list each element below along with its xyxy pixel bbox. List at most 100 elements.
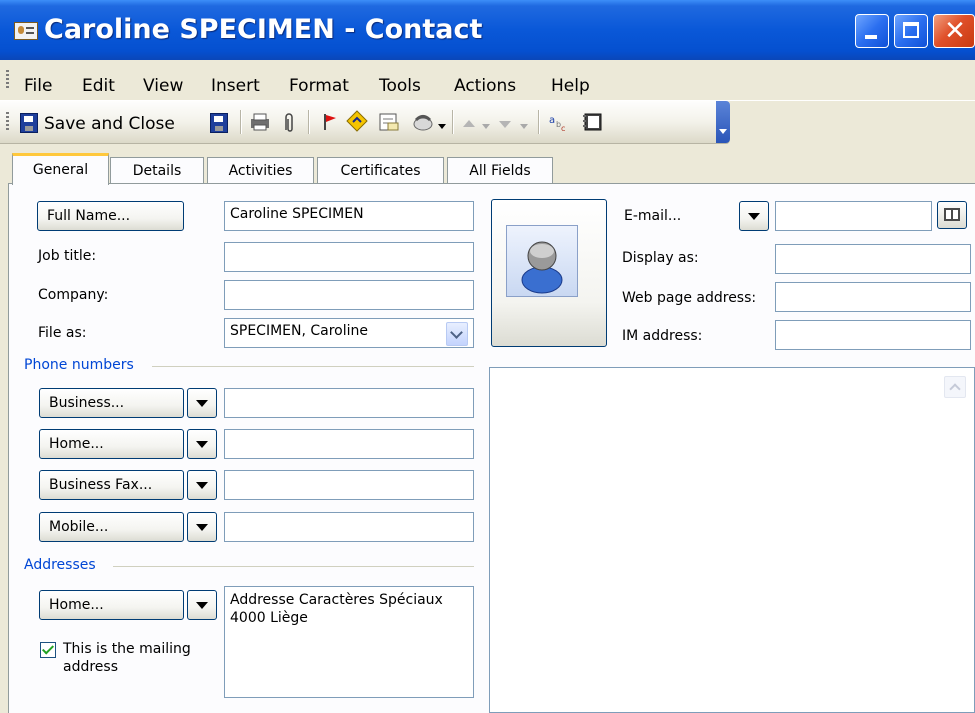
menubar-grip-icon[interactable] [6, 70, 9, 90]
toolbar-separator [452, 110, 454, 134]
phone-numbers-heading: Phone numbers [24, 357, 134, 373]
business-fax-field[interactable] [224, 470, 474, 500]
display-as-field[interactable] [775, 244, 971, 274]
checkmark-icon [41, 642, 55, 655]
home-phone-field[interactable] [224, 429, 474, 459]
call-contact-icon[interactable] [412, 111, 434, 133]
chevron-down-icon[interactable] [446, 322, 468, 346]
business-fax-button[interactable]: Business Fax... [39, 470, 184, 500]
chevron-down-icon [196, 524, 208, 531]
save-and-close-button[interactable]: Save and Close [44, 114, 175, 134]
mobile-phone-field[interactable] [224, 512, 474, 542]
full-name-field[interactable]: Caroline SPECIMEN [224, 201, 474, 231]
menu-actions[interactable]: Actions [454, 76, 516, 96]
minimize-button[interactable] [855, 14, 889, 48]
home-phone-button[interactable]: Home... [39, 429, 184, 459]
job-title-label: Job title: [38, 248, 97, 264]
display-map-icon[interactable] [346, 110, 368, 132]
previous-item-icon[interactable] [462, 117, 476, 127]
toolbar-options-button[interactable] [716, 101, 730, 143]
previous-dropdown-icon[interactable] [482, 124, 490, 129]
tab-general[interactable]: General [12, 153, 109, 185]
web-page-label: Web page address: [622, 290, 757, 306]
menu-file[interactable]: File [24, 76, 52, 96]
save-icon[interactable] [210, 113, 228, 133]
maximize-button[interactable] [894, 14, 928, 48]
tab-activities[interactable]: Activities [207, 157, 314, 183]
full-name-button[interactable]: Full Name... [37, 201, 184, 231]
home-phone-dropdown[interactable] [187, 429, 217, 459]
mailing-address-label: This is the mailing address [63, 640, 191, 676]
mobile-phone-dropdown[interactable] [187, 512, 217, 542]
window-title: Caroline SPECIMEN - Contact [44, 14, 483, 45]
new-message-to-contact-icon[interactable] [378, 111, 400, 133]
job-title-field[interactable] [224, 242, 474, 272]
address-book-icon[interactable] [582, 111, 606, 133]
address-type-dropdown[interactable] [187, 590, 217, 620]
minimize-icon [865, 35, 877, 39]
tab-details[interactable]: Details [110, 157, 204, 183]
file-as-value: SPECIMEN, Caroline [230, 323, 369, 339]
menu-view[interactable]: View [143, 76, 183, 96]
close-icon: ✕ [944, 16, 966, 46]
email-dropdown[interactable] [739, 201, 769, 231]
spelling-icon[interactable]: abc [548, 112, 572, 134]
contact-window: Caroline SPECIMEN - Contact ✕ File Edit … [0, 0, 975, 713]
menu-tools[interactable]: Tools [379, 76, 421, 96]
company-field[interactable] [224, 280, 474, 310]
notes-field[interactable] [489, 367, 975, 713]
contact-picture-icon [506, 225, 578, 297]
toolbar-separator [308, 110, 310, 134]
title-bar[interactable]: Caroline SPECIMEN - Contact ✕ [0, 0, 975, 60]
business-phone-button[interactable]: Business... [39, 388, 184, 418]
email-button[interactable]: E-mail... [614, 201, 728, 231]
next-dropdown-icon[interactable] [520, 124, 528, 129]
attach-file-icon[interactable] [282, 112, 296, 132]
file-as-label: File as: [38, 325, 87, 341]
menu-help[interactable]: Help [551, 76, 590, 96]
addresses-heading: Addresses [24, 557, 96, 573]
file-as-select[interactable]: SPECIMEN, Caroline [224, 318, 474, 348]
im-address-field[interactable] [775, 320, 971, 350]
next-item-icon[interactable] [498, 117, 512, 128]
chevron-up-icon [949, 383, 961, 395]
print-icon[interactable] [250, 113, 270, 131]
chevron-down-icon [748, 213, 760, 220]
close-button[interactable]: ✕ [933, 14, 975, 48]
address-line-1: Addresse Caractères Spéciaux [230, 592, 443, 608]
web-page-field[interactable] [775, 282, 971, 312]
mobile-phone-button[interactable]: Mobile... [39, 512, 184, 542]
email-field[interactable] [775, 201, 932, 231]
address-line-2: 4000 Liège [230, 610, 308, 626]
address-book-icon [944, 208, 960, 221]
menu-insert[interactable]: Insert [211, 76, 260, 96]
business-phone-dropdown[interactable] [187, 388, 217, 418]
toolbar-grip-icon[interactable] [6, 112, 9, 132]
maximize-icon [903, 22, 919, 38]
tab-all-fields[interactable]: All Fields [447, 157, 553, 183]
toolbar-separator [240, 110, 242, 134]
svg-text:a: a [549, 115, 555, 126]
menu-format[interactable]: Format [289, 76, 349, 96]
call-dropdown-icon[interactable] [438, 124, 446, 129]
contact-card-icon [14, 22, 38, 40]
addresses-divider [113, 566, 474, 567]
mailing-address-checkbox[interactable] [40, 642, 56, 658]
follow-up-flag-icon[interactable] [322, 112, 338, 132]
im-address-label: IM address: [622, 328, 703, 344]
toolbar-options-icon [719, 129, 727, 134]
chevron-down-icon [196, 482, 208, 489]
save-and-close-icon [20, 113, 38, 133]
address-field[interactable]: Addresse Caractères Spéciaux 4000 Liège [224, 586, 474, 698]
scroll-up-button[interactable] [944, 376, 966, 398]
tab-certificates[interactable]: Certificates [317, 157, 444, 183]
business-fax-dropdown[interactable] [187, 470, 217, 500]
svg-text:c: c [561, 124, 565, 133]
mailing-address-label-line1: This is the mailing [63, 641, 191, 657]
business-phone-field[interactable] [224, 388, 474, 418]
phone-numbers-divider [152, 366, 474, 367]
menu-edit[interactable]: Edit [82, 76, 115, 96]
address-book-button[interactable] [937, 201, 967, 229]
home-address-button[interactable]: Home... [39, 590, 184, 620]
add-contact-picture-button[interactable] [491, 199, 607, 347]
